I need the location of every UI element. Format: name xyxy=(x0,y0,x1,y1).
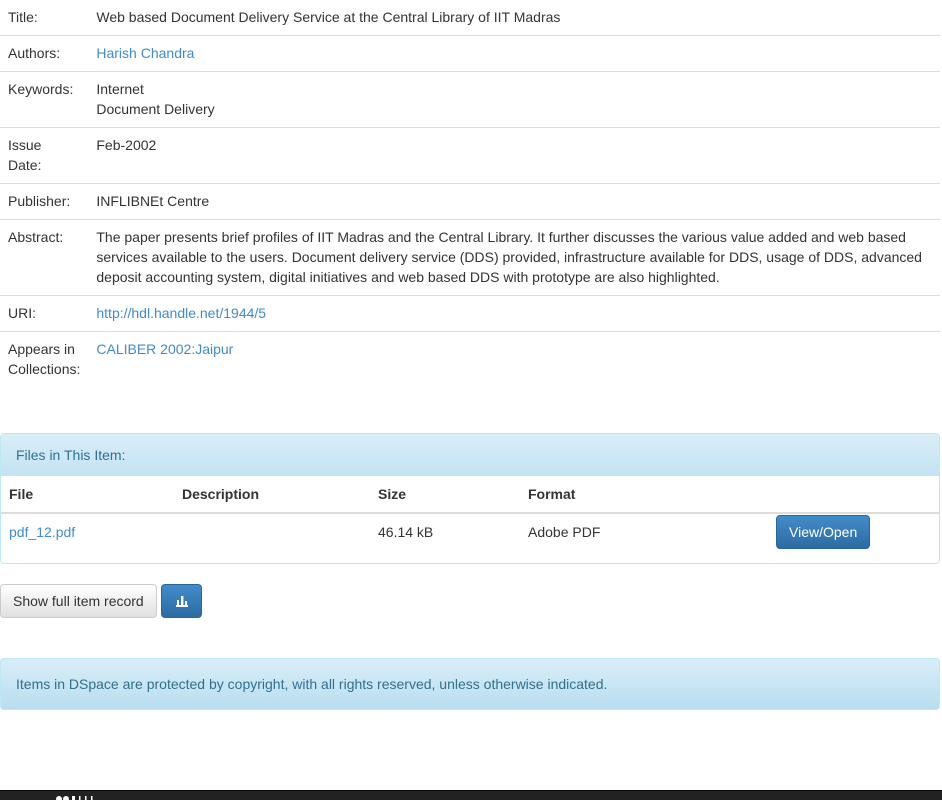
metadata-row-title: Title: Web based Document Delivery Servi… xyxy=(0,0,940,36)
metadata-row-collections: Appears in Collections: CALIBER 2002:Jai… xyxy=(0,331,940,387)
file-description-cell xyxy=(174,513,370,557)
file-link[interactable]: pdf_12.pdf xyxy=(9,524,75,540)
title-label: Title: xyxy=(8,9,38,25)
metadata-row-authors: Authors: Harish Chandra xyxy=(0,35,940,72)
file-size-cell: 46.14 kB xyxy=(378,524,434,540)
view-open-button[interactable]: View/Open xyxy=(776,515,871,549)
column-header-file: File xyxy=(1,476,174,514)
author-link[interactable]: Harish Chandra xyxy=(96,45,194,61)
publisher-label: Publisher: xyxy=(0,183,89,220)
collections-label-line: Collections: xyxy=(8,361,81,377)
table-row: pdf_12.pdf 46.14 kB Adobe PDF View/Open xyxy=(1,513,939,557)
keyword-item: Document Delivery xyxy=(96,101,215,117)
title-value: Web based Document Delivery Service at t… xyxy=(96,9,561,25)
file-action-cell: View/Open xyxy=(768,513,939,557)
metadata-row-keywords: Keywords: Internet Document Delivery xyxy=(0,71,940,128)
issue-date-value: Feb-2002 xyxy=(88,127,940,184)
file-name-cell: pdf_12.pdf xyxy=(1,513,174,557)
bar-chart-icon xyxy=(175,596,188,607)
keyword-item: Internet xyxy=(96,81,144,97)
column-header-action xyxy=(768,476,939,514)
authors-label: Authors: xyxy=(0,35,89,72)
column-header-format: Format xyxy=(520,476,768,514)
collection-link[interactable]: CALIBER 2002:Jaipur xyxy=(96,341,233,357)
files-panel: Files in This Item: File Description Siz… xyxy=(0,433,940,564)
collections-label-line: Appears in xyxy=(8,341,75,357)
collections-label: Appears in Collections: xyxy=(0,331,89,387)
metadata-row-publisher: Publisher: INFLIBNEt Centre xyxy=(0,183,940,220)
metadata-row-issue-date: Issue Date: Feb-2002 xyxy=(0,127,940,184)
collections-value: CALIBER 2002:Jaipur xyxy=(88,331,940,387)
show-full-record-button[interactable]: Show full item record xyxy=(0,584,157,618)
file-format-cell: Adobe PDF xyxy=(528,524,601,540)
files-table-header: File Description Size Format xyxy=(1,476,939,514)
authors-value: Harish Chandra xyxy=(88,35,940,72)
footer-logo-icon xyxy=(56,796,93,801)
column-header-size: Size xyxy=(370,476,520,514)
item-metadata-table: Title: Web based Document Delivery Servi… xyxy=(0,0,940,387)
publisher-value: INFLIBNEt Centre xyxy=(88,183,940,220)
page-footer xyxy=(0,790,942,801)
uri-label: URI: xyxy=(0,295,89,332)
metadata-row-abstract: Abstract: The paper presents brief profi… xyxy=(0,219,940,296)
issue-date-label: Issue Date: xyxy=(0,127,89,184)
keywords-value: Internet Document Delivery xyxy=(88,71,940,128)
copyright-notice: Items in DSpace are protected by copyrig… xyxy=(0,658,940,710)
metadata-row-uri: URI: http://hdl.handle.net/1944/5 xyxy=(0,295,940,332)
abstract-value: The paper presents brief profiles of IIT… xyxy=(88,219,940,296)
item-actions: Show full item record xyxy=(0,584,202,618)
files-table: File Description Size Format pdf_12.pdf … xyxy=(1,476,939,557)
keywords-label: Keywords: xyxy=(0,71,89,128)
statistics-button[interactable] xyxy=(160,584,202,618)
issue-date-label-line: Issue xyxy=(8,137,42,153)
abstract-label: Abstract: xyxy=(0,219,89,296)
uri-link[interactable]: http://hdl.handle.net/1944/5 xyxy=(96,305,266,321)
issue-date-label-line: Date: xyxy=(8,157,42,173)
uri-value: http://hdl.handle.net/1944/5 xyxy=(88,295,940,332)
files-panel-heading: Files in This Item: xyxy=(1,434,939,476)
column-header-description: Description xyxy=(174,476,370,514)
